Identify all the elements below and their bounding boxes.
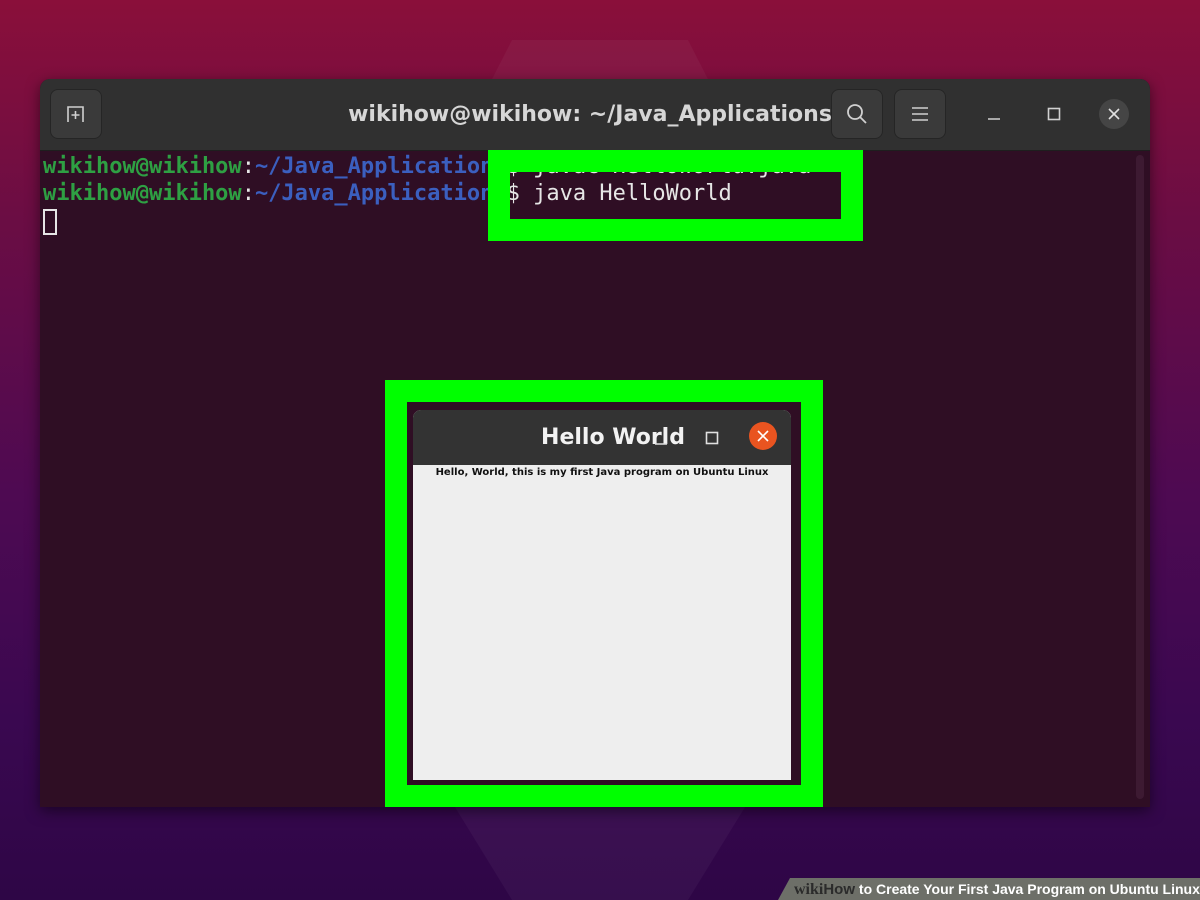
search-icon — [847, 104, 867, 124]
maximize-icon — [705, 431, 719, 445]
minimize-button[interactable] — [979, 99, 1009, 129]
hello-world-title: Hello World — [541, 425, 685, 450]
hello-minimize-button[interactable] — [649, 428, 673, 450]
maximize-button[interactable] — [1039, 99, 1069, 129]
prompt-user: wikihow@wikihow — [43, 154, 242, 179]
prompt-separator: : — [241, 181, 255, 206]
prompt-path: ~/Java_Applications — [254, 181, 507, 206]
prompt-path: ~/Java_Applications — [254, 154, 507, 179]
minimize-icon — [655, 443, 667, 445]
wikihow-logo-how: How — [823, 881, 856, 898]
terminal-title: wikihow@wikihow: ~/Java_Applications — [348, 102, 832, 127]
terminal-cursor — [43, 209, 57, 235]
hamburger-menu-icon — [912, 107, 928, 121]
menu-button[interactable] — [894, 89, 946, 139]
maximize-icon — [1047, 107, 1061, 121]
minimize-icon — [988, 118, 1000, 120]
command-highlight-box — [488, 150, 863, 241]
wikihow-logo-wiki: wiki — [794, 881, 824, 898]
hello-close-button[interactable] — [749, 422, 777, 450]
wikihow-caption-banner: wikiHow to Create Your First Java Progra… — [778, 878, 1200, 900]
hello-world-window[interactable]: Hello World Hello, World, this is my fir… — [413, 410, 791, 780]
new-tab-icon — [67, 106, 84, 122]
wikihow-caption-text: to Create Your First Java Program on Ubu… — [855, 881, 1200, 897]
terminal-header-bar[interactable]: wikihow@wikihow: ~/Java_Applications — [40, 79, 1150, 151]
new-tab-button[interactable] — [50, 89, 102, 139]
search-button[interactable] — [831, 89, 883, 139]
terminal-scrollbar[interactable] — [1136, 155, 1144, 799]
hello-world-label: Hello, World, this is my first Java prog… — [435, 467, 769, 478]
prompt-user: wikihow@wikihow — [43, 181, 242, 206]
prompt-separator: : — [241, 154, 255, 179]
hello-world-header[interactable]: Hello World — [413, 410, 791, 465]
close-button[interactable] — [1099, 99, 1129, 129]
close-icon — [757, 430, 769, 442]
close-icon — [1108, 108, 1120, 120]
hello-maximize-button[interactable] — [700, 426, 724, 450]
